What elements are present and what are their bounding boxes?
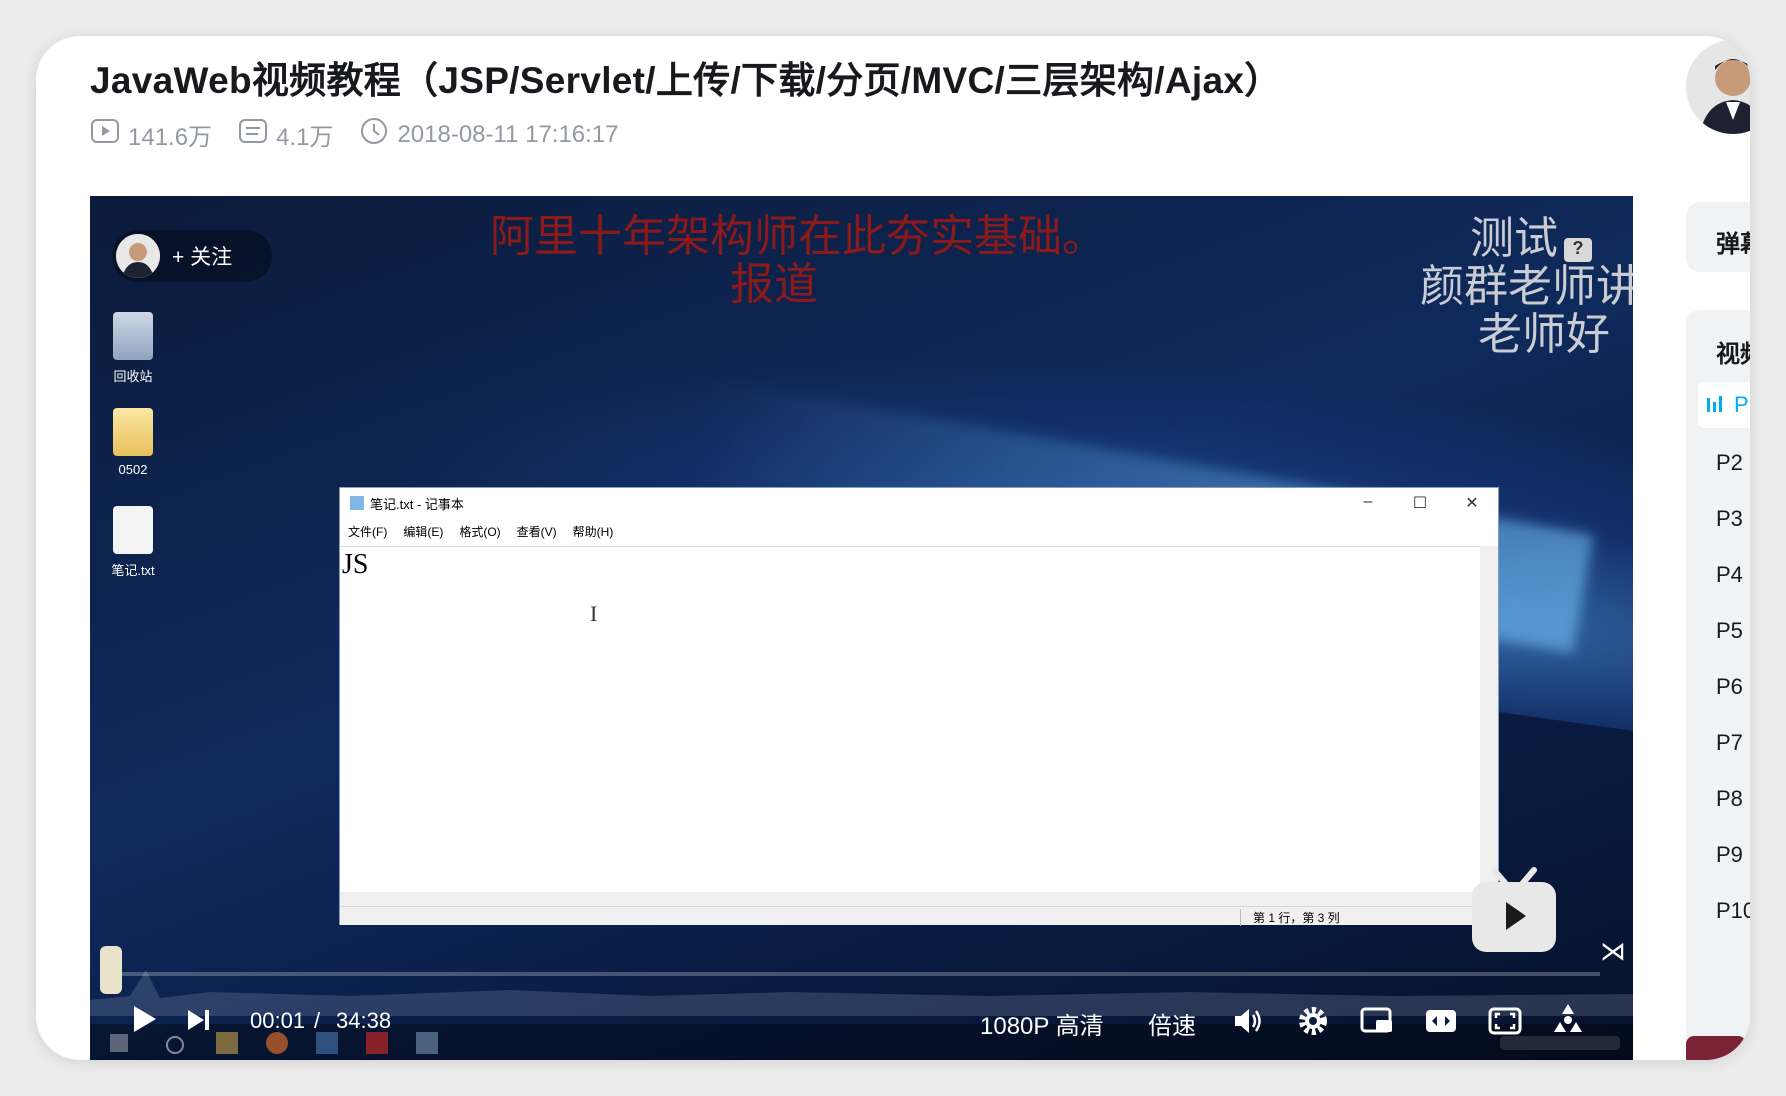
episode-current-label: P1: [1734, 392, 1750, 417]
notepad-content: JS: [342, 549, 369, 580]
danmaku-count-icon: [238, 118, 276, 151]
follow-button[interactable]: + 关注: [112, 230, 272, 282]
desktop-icon-label: 回收站: [113, 369, 153, 384]
episode-item[interactable]: P2: [1716, 450, 1743, 476]
minimize-icon[interactable]: –: [1342, 493, 1394, 513]
time-current: 00:01: [250, 1008, 306, 1033]
view-count: 141.6万: [90, 117, 212, 152]
video-meta: 141.6万 4.1万 2018-08-11 17:16:17: [90, 116, 645, 153]
desktop-icon-label: 笔记.txt: [111, 563, 155, 578]
notepad-horizontal-scrollbar[interactable]: [340, 892, 1480, 906]
desktop-icon-folder[interactable]: 0502: [98, 408, 168, 477]
clock-icon: [359, 116, 397, 153]
bilibili-tv-icon[interactable]: [1466, 866, 1562, 956]
recycle-bin-icon: [113, 312, 153, 360]
notepad-vertical-scrollbar[interactable]: [1480, 546, 1498, 892]
now-playing-icon: [1706, 394, 1728, 420]
folder-icon: [113, 408, 153, 456]
episode-item[interactable]: P3: [1716, 506, 1743, 532]
time-separator: /: [314, 1008, 321, 1033]
notepad-statusbar: 第 1 行，第 3 列: [340, 906, 1498, 926]
episode-list: 视频 P1 P2 P3 P4 P5 P6 P7 P8 P9 P10: [1686, 310, 1750, 1050]
time-total: 34:38: [336, 1008, 392, 1033]
text-cursor-icon: I: [590, 601, 598, 626]
play-count-icon: [90, 118, 128, 151]
menu-edit[interactable]: 编辑(E): [403, 523, 443, 540]
danmaku-comment: 老师好: [1478, 310, 1610, 359]
notepad-title: 笔记.txt - 记事本: [370, 496, 464, 512]
close-icon[interactable]: ✕: [1446, 493, 1498, 513]
menu-help[interactable]: 帮助(H): [573, 523, 614, 540]
video-page-card: JavaWeb视频教程（JSP/Servlet/上传/下载/分页/MVC/三层架…: [36, 36, 1750, 1060]
video-title: JavaWeb视频教程（JSP/Servlet/上传/下载/分页/MVC/三层架…: [90, 60, 1282, 101]
notepad-status-text: 第 1 行，第 3 列: [1240, 909, 1340, 926]
follow-avatar: [116, 234, 160, 278]
notepad-menubar: 文件(F) 编辑(E) 格式(O) 查看(V) 帮助(H): [340, 518, 1498, 544]
episode-item-current[interactable]: P1: [1698, 382, 1750, 428]
desktop-icon-recycle-bin[interactable]: 回收站: [98, 312, 168, 385]
episode-item[interactable]: P9: [1716, 842, 1743, 868]
publish-date: 2018-08-11 17:16:17: [359, 116, 619, 153]
progress-handle[interactable]: [100, 946, 122, 994]
episode-item[interactable]: P4: [1716, 562, 1743, 588]
tray-icons: [1500, 1036, 1620, 1050]
desktop-icon-notes[interactable]: 笔记.txt: [98, 506, 168, 579]
publish-date-text: 2018-08-11 17:16:17: [397, 120, 619, 148]
notepad-editor[interactable]: JS I: [340, 546, 1480, 893]
speed-selector[interactable]: 倍速: [1148, 1006, 1196, 1041]
episode-item[interactable]: P10: [1716, 898, 1750, 924]
text-file-icon: [113, 506, 153, 554]
episode-item[interactable]: P5: [1716, 618, 1743, 644]
video-player[interactable]: + 关注 回收站 0502 笔记.txt 阿里十年架构师在此夯实基础。 报道 测…: [90, 196, 1633, 1060]
play-icon[interactable]: [126, 1002, 160, 1043]
notepad-app-icon: [350, 496, 364, 510]
maximize-icon[interactable]: ☐: [1394, 493, 1446, 513]
quality-selector[interactable]: 1080P 高清: [980, 1006, 1104, 1041]
menu-format[interactable]: 格式(O): [459, 523, 500, 540]
player-controls: 00:01 / 34:38 1080P 高清 倍速: [90, 996, 1633, 1060]
settings-gear-icon[interactable]: [1296, 1004, 1330, 1045]
danmaku-count: 4.1万: [238, 117, 333, 152]
help-icon[interactable]: ?: [1564, 238, 1592, 262]
episode-item[interactable]: P6: [1716, 674, 1743, 700]
widescreen-icon[interactable]: [1424, 1006, 1458, 1043]
follow-label: + 关注: [172, 246, 233, 269]
next-episode-icon[interactable]: [184, 1006, 212, 1041]
view-count-text: 141.6万: [128, 124, 213, 151]
menu-file[interactable]: 文件(F): [348, 523, 387, 540]
uploader-avatar[interactable]: [1686, 40, 1750, 134]
episode-list-header: 视频: [1716, 341, 1750, 368]
collapse-arrow-icon[interactable]: ⋊: [1600, 936, 1626, 967]
danmaku-comment: 报道: [730, 260, 818, 309]
picture-in-picture-icon[interactable]: [1360, 1006, 1394, 1043]
danmaku-panel-tab[interactable]: 弹幕: [1686, 202, 1750, 272]
danmaku-count-text: 4.1万: [276, 124, 334, 151]
notepad-window[interactable]: 笔记.txt - 记事本 – ☐ ✕ 文件(F) 编辑(E) 格式(O) 查看(…: [340, 488, 1498, 926]
desktop-icon-label: 0502: [118, 462, 148, 477]
episode-item[interactable]: P7: [1716, 730, 1743, 756]
episode-item[interactable]: P8: [1716, 786, 1743, 812]
progress-bar[interactable]: [100, 946, 1600, 994]
volume-icon[interactable]: [1232, 1006, 1264, 1043]
menu-view[interactable]: 查看(V): [517, 523, 557, 540]
danmaku-panel-label: 弹幕: [1716, 231, 1750, 258]
notepad-titlebar[interactable]: 笔记.txt - 记事本 – ☐ ✕: [340, 488, 1498, 518]
sidebar-bottom-card[interactable]: [1686, 1036, 1746, 1060]
